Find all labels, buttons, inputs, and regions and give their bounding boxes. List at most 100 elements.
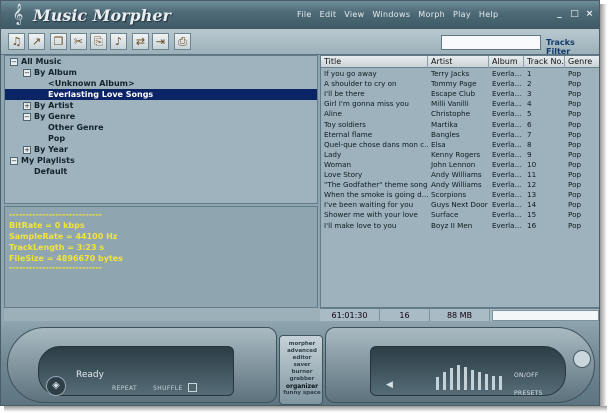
table-row[interactable]: Eternal flame Bangles Everla... 7 Pop — [321, 129, 599, 140]
mode-editor[interactable]: editor — [280, 355, 324, 362]
minimize-icon[interactable]: _ — [554, 9, 565, 20]
table-row[interactable]: A shoulder to cry on Tommy Page Everla... 2… — [321, 79, 599, 89]
cell-title: A shoulder to cry on — [324, 79, 397, 89]
cell-album: Everla... — [492, 180, 522, 190]
collapse-toggle[interactable]: − — [23, 113, 31, 121]
cell-title: When the smoke is going d... — [324, 190, 428, 200]
paste-icon[interactable]: ⎘ — [90, 33, 107, 50]
tree-item-by-album[interactable]: By Album — [34, 67, 77, 78]
table-row[interactable]: Lady Kenny Rogers Everla... 9 Pop — [321, 149, 599, 160]
tree-item-my-playlists[interactable]: My Playlists — [21, 155, 75, 166]
tracks-filter-input[interactable] — [441, 35, 541, 50]
window-controls: _ □ × — [554, 9, 595, 20]
menu-help[interactable]: Help — [479, 10, 498, 19]
table-row[interactable]: When the smoke is going d... Scorpions Eve… — [321, 190, 599, 200]
column-header-album[interactable]: Album — [489, 56, 524, 68]
cell-track-no: 9 — [527, 149, 532, 159]
cell-artist: Boyz II Men — [431, 220, 473, 230]
table-row[interactable]: Girl I'm gonna miss you Milli Vanilli Ever… — [321, 99, 599, 109]
tree-item-all-music[interactable]: All Music — [21, 56, 61, 67]
print-icon[interactable]: ⎙ — [174, 33, 191, 50]
table-row[interactable]: Quel-que chose dans mon c... Elsa Everla..… — [321, 140, 599, 150]
table-row[interactable]: Aline Christophe Everla... 5 Pop — [321, 109, 599, 119]
equalizer-slider[interactable] — [464, 367, 467, 390]
cell-title: Toy soldiers — [324, 119, 366, 129]
equalizer-slider[interactable] — [443, 372, 446, 390]
copy-icon[interactable]: ❐ — [50, 33, 67, 50]
close-icon[interactable]: × — [584, 9, 595, 20]
collapse-toggle[interactable]: − — [10, 58, 18, 66]
cell-genre: Pop — [568, 159, 582, 169]
tree-item-everlasting-love-songs[interactable]: Everlasting Love Songs — [5, 89, 317, 100]
expand-toggle[interactable]: + — [23, 146, 31, 154]
table-row[interactable]: Toy soldiers Martika Everla... 6 Pop — [321, 119, 599, 130]
menu-play[interactable]: Play — [453, 10, 471, 19]
column-header-artist[interactable]: Artist — [428, 56, 489, 68]
mode-grabber[interactable]: grabber — [280, 376, 324, 383]
equalizer-slider[interactable] — [492, 376, 495, 390]
equalizer-knob[interactable] — [573, 350, 591, 368]
column-header-track-no[interactable]: Track No. — [524, 56, 565, 68]
menu-view[interactable]: View — [344, 10, 364, 19]
table-row[interactable]: Woman John Lennon Everla... 10 Pop — [321, 159, 599, 170]
table-row[interactable]: I've been waiting for you Guys Next Door E… — [321, 200, 599, 210]
table-row[interactable]: "The Godfather" theme song Andy Williams E… — [321, 180, 599, 190]
tree-item-pop[interactable]: Pop — [48, 133, 65, 144]
equalizer-slider[interactable] — [436, 377, 439, 390]
column-header-title[interactable]: Title — [321, 56, 428, 68]
mode-morpher[interactable]: morpher — [280, 341, 324, 348]
table-row[interactable]: If you go away Terry Jacks Everla... 1 Pop — [321, 69, 599, 79]
shuffle-button[interactable]: SHUFFLE — [153, 385, 183, 392]
menu-edit[interactable]: Edit — [320, 10, 337, 19]
collapse-toggle[interactable]: − — [10, 157, 18, 165]
mode-funny-space[interactable]: funny space — [280, 390, 324, 397]
cell-track-no: 7 — [527, 129, 532, 139]
cell-album: Everla... — [492, 69, 522, 78]
equalizer-slider[interactable] — [499, 376, 502, 390]
cell-genre: Pop — [568, 89, 582, 99]
cell-title: Aline — [324, 109, 342, 119]
menu-file[interactable]: File — [297, 10, 312, 19]
equalizer-slider[interactable] — [457, 365, 460, 390]
add-folder-icon[interactable]: ↗ — [28, 33, 45, 50]
music-note-icon[interactable]: ♪ — [110, 33, 127, 50]
expand-toggle[interactable]: + — [23, 102, 31, 110]
equalizer-slider[interactable] — [471, 370, 474, 390]
table-row[interactable]: Love Story Andy Williams Everla... 11 Pop — [321, 170, 599, 180]
equalizer-slider[interactable] — [450, 368, 453, 390]
volume-icon[interactable]: ◀ — [386, 380, 393, 390]
menu-windows[interactable]: Windows — [372, 10, 410, 19]
export-icon[interactable]: ⇥ — [152, 33, 169, 50]
equalizer-slider[interactable] — [478, 372, 481, 390]
tree-item-unknown-album[interactable]: <Unknown Album> — [48, 78, 135, 89]
collapse-toggle[interactable]: − — [23, 69, 31, 77]
equalizer-slider[interactable] — [485, 374, 488, 390]
repeat-button[interactable]: REPEAT — [112, 385, 137, 392]
tree-item-by-genre[interactable]: By Genre — [34, 111, 75, 122]
mode-organizer[interactable]: organizer — [280, 383, 324, 390]
mode-burner[interactable]: burner — [280, 369, 324, 376]
cell-genre: Pop — [568, 149, 582, 159]
add-music-icon[interactable]: ♫ — [8, 33, 25, 50]
shuffle-toggle[interactable] — [188, 383, 197, 392]
mode-advanced[interactable]: advanced — [280, 348, 324, 355]
menu-morph[interactable]: Morph — [418, 10, 445, 19]
equalizer-on-off-button[interactable]: ON/OFF — [514, 372, 539, 379]
tree-item-by-artist[interactable]: By Artist — [34, 100, 73, 111]
play-mode-icon[interactable]: ◈ — [46, 376, 66, 396]
table-row[interactable]: I'll make love to you Boyz II Men Everla..… — [321, 220, 599, 231]
cell-genre: Pop — [568, 119, 582, 129]
tree-item-other-genre[interactable]: Other Genre — [48, 122, 104, 133]
move-icon[interactable]: ⇄ — [132, 33, 149, 50]
tracks-table: Title Artist Album Track No. Genre If yo… — [320, 55, 599, 308]
cut-icon[interactable]: ✂ — [70, 33, 87, 50]
maximize-icon[interactable]: □ — [569, 9, 580, 20]
mode-saver[interactable]: saver — [280, 362, 324, 369]
table-row[interactable]: Shower me with your love Surface Everla...… — [321, 210, 599, 220]
cell-artist: John Lennon — [431, 159, 476, 169]
tree-item-default[interactable]: Default — [34, 166, 67, 177]
tree-item-by-year[interactable]: By Year — [34, 144, 68, 155]
presets-button[interactable]: PRESETS — [514, 390, 543, 397]
table-row[interactable]: I'll be there Escape Club Everla... 3 Pop — [321, 89, 599, 99]
column-header-genre[interactable]: Genre — [565, 56, 599, 68]
